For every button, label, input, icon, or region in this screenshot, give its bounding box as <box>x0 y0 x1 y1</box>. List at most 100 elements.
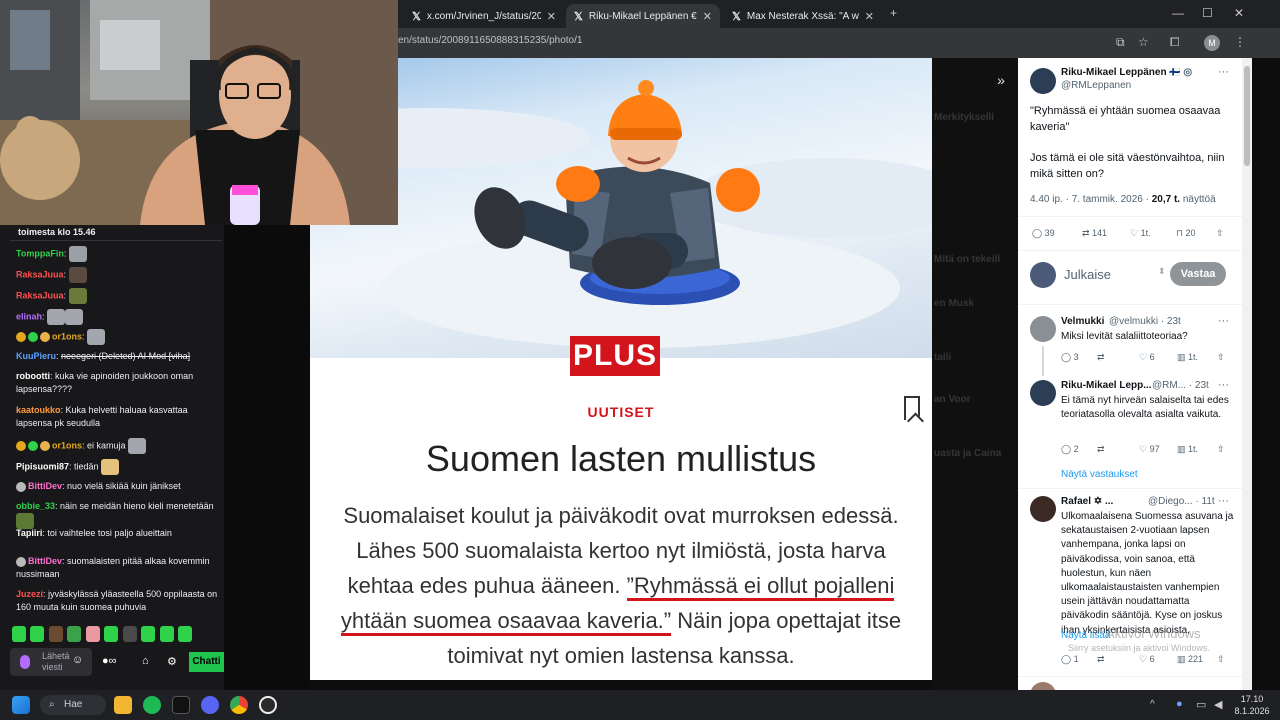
author-handle[interactable]: @RMLeppanen <box>1061 80 1131 91</box>
emote-icon[interactable] <box>48 625 63 642</box>
reply-button[interactable]: ◯ 1 <box>1061 654 1097 665</box>
star-icon[interactable]: ☆ <box>1138 35 1149 49</box>
emote-icon[interactable] <box>67 625 82 642</box>
discord-icon[interactable] <box>201 696 219 714</box>
article-photo <box>310 58 932 358</box>
scrollbar-thumb[interactable] <box>1244 66 1250 166</box>
mic-tray-icon[interactable]: ● <box>1176 698 1183 710</box>
retweet-button[interactable]: ⇄ 141 <box>1082 228 1130 239</box>
author-avatar[interactable] <box>1030 68 1056 94</box>
screen: 𝕏 x.com/Jrvinen_J/status/20092000 ✕ 𝕏 Ri… <box>0 0 1280 720</box>
like-button[interactable]: ♡ 97 <box>1139 444 1177 455</box>
url-text[interactable]: en/status/2008911650888315235/photo/1 <box>398 35 582 46</box>
like-button[interactable]: ♡ 1t. <box>1130 228 1176 239</box>
views-button[interactable]: ▥ 1t. <box>1177 444 1217 455</box>
reply-submit-button[interactable]: Vastaa <box>1170 262 1226 286</box>
window-close-icon[interactable]: ✕ <box>1234 6 1244 20</box>
reply-author-name[interactable]: Riku-Mikael Lepp... <box>1061 380 1152 391</box>
tab-2[interactable]: 𝕏 Riku-Mikael Leppänen € PS Xss ✕ <box>566 4 720 28</box>
views-button[interactable]: ▥ 1t. <box>1177 352 1217 363</box>
obs-icon[interactable] <box>259 696 277 714</box>
network-icon[interactable]: ▭ <box>1196 698 1206 711</box>
emote-icon[interactable] <box>159 625 174 642</box>
reply-author-name[interactable]: Velmukki <box>1061 316 1104 327</box>
reply-author-handle[interactable]: @RM... · 23t <box>1152 380 1209 391</box>
file-explorer-icon[interactable] <box>114 696 132 714</box>
more-icon[interactable]: ··· <box>1218 379 1229 391</box>
emote-icon[interactable] <box>122 625 137 642</box>
chrome-icon[interactable] <box>230 696 248 714</box>
reply-avatar[interactable] <box>1030 682 1056 690</box>
chat-message: robootti: kuka vie apinoiden joukkoon om… <box>16 371 194 394</box>
chat-input[interactable]: Lähetä viesti ☺ <box>10 648 92 676</box>
compose-input[interactable]: Julkaise <box>1064 267 1111 282</box>
retweet-button[interactable]: ⇄ <box>1097 352 1139 363</box>
share-icon[interactable]: ⇧ <box>1217 352 1225 363</box>
close-icon[interactable]: ✕ <box>703 10 712 23</box>
views-button[interactable]: ▥ 221 <box>1177 654 1217 665</box>
reply-button[interactable]: ◯ 39 <box>1032 228 1082 239</box>
reply-avatar[interactable] <box>1030 496 1056 522</box>
show-replies-link[interactable]: Näytä vastaukset <box>1061 469 1138 480</box>
new-tab-icon[interactable]: + <box>890 6 897 20</box>
bookmark-button[interactable]: ⊓ 20 <box>1176 228 1216 239</box>
taskbar: ⌕ Hae ^ ● ▭ ◀ 17.10 8.1.2026 <box>0 690 1280 720</box>
reply-button[interactable]: ◯ 2 <box>1061 444 1097 455</box>
volume-icon[interactable]: ◀ <box>1214 698 1222 711</box>
taskbar-search[interactable]: ⌕ Hae <box>40 695 106 715</box>
bits-icon[interactable]: ●∞ <box>102 655 117 667</box>
tab-3[interactable]: 𝕏 Max Nesterak Xssä: "A witness ✕ <box>724 4 882 28</box>
bookmark-icon[interactable] <box>904 396 920 420</box>
like-button[interactable]: ♡ 6 <box>1139 352 1177 363</box>
extensions-icon[interactable]: ⧠ <box>1170 35 1180 50</box>
emote-icon[interactable] <box>141 625 156 642</box>
sub-badge-icon <box>16 441 26 451</box>
profile-avatar[interactable]: M <box>1204 35 1220 51</box>
share-icon[interactable]: ⇧ <box>1216 228 1224 239</box>
author-name[interactable]: Riku-Mikael Leppänen 🇫🇮 ◎ <box>1061 67 1192 78</box>
retweet-button[interactable]: ⇄ <box>1097 444 1139 455</box>
tray-chevron-icon[interactable]: ^ <box>1150 699 1155 710</box>
chat-send-button[interactable]: Chatti <box>189 652 224 672</box>
retweet-button[interactable]: ⇄ <box>1097 654 1139 665</box>
reply-avatar[interactable] <box>1030 316 1056 342</box>
tab-1[interactable]: 𝕏 x.com/Jrvinen_J/status/20092000 ✕ <box>404 4 564 28</box>
maximize-icon[interactable]: ☐ <box>1202 6 1213 20</box>
cast-icon[interactable]: ⧉ <box>1116 35 1125 50</box>
emote-icon[interactable] <box>30 625 45 642</box>
x-logo-icon: 𝕏 <box>412 10 421 23</box>
minimize-icon[interactable]: — <box>1172 6 1184 20</box>
reply-author-handle[interactable]: @Diego... · 11t <box>1148 496 1215 507</box>
close-icon[interactable]: ✕ <box>547 10 556 23</box>
emote-icon[interactable] <box>178 625 193 642</box>
more-icon[interactable]: ··· <box>1218 66 1229 78</box>
emote-icon[interactable] <box>12 625 26 642</box>
reply-author-name[interactable]: Rafael ✡ ... <box>1061 496 1113 507</box>
settings-gear-icon[interactable]: ⚙ <box>167 655 177 668</box>
reply-avatar[interactable] <box>1030 380 1056 406</box>
chat-message: TomppaFin: <box>16 246 222 262</box>
close-icon[interactable]: ✕ <box>865 10 874 23</box>
share-icon[interactable]: ⇧ <box>1217 444 1225 455</box>
spotify-icon[interactable] <box>143 696 161 714</box>
taskbar-clock[interactable]: 17.10 8.1.2026 <box>1232 693 1272 717</box>
reply-author-handle[interactable]: @velmukki · 23t <box>1109 316 1181 327</box>
more-icon[interactable]: ··· <box>1218 315 1229 327</box>
more-icon[interactable]: ··· <box>1218 495 1229 507</box>
reply-button[interactable]: ◯ 3 <box>1061 352 1097 363</box>
tweet-panel-scrollbar[interactable] <box>1242 58 1252 690</box>
expand-panel-icon[interactable]: » <box>988 68 1014 94</box>
windows-start-icon[interactable] <box>12 696 30 714</box>
emoji-icon[interactable]: ☺ <box>72 655 83 666</box>
menu-icon[interactable]: ⋮ <box>1234 35 1246 49</box>
like-button[interactable]: ♡ 6 <box>1139 654 1177 665</box>
show-more-link[interactable]: Näytä lisää <box>1061 630 1110 641</box>
share-icon[interactable]: ⇧ <box>1217 654 1225 665</box>
store-icon[interactable]: ⌂ <box>142 655 149 667</box>
activate-windows-title: Aktivoi Windows <box>1106 626 1201 641</box>
mic-icon[interactable] <box>20 655 30 669</box>
reply-actions: ◯ 3 ⇄ ♡ 6 ▥ 1t. ⇧ <box>1061 352 1236 363</box>
emote-icon[interactable] <box>85 625 100 642</box>
emote-icon[interactable] <box>104 625 119 642</box>
app-icon[interactable] <box>172 696 190 714</box>
